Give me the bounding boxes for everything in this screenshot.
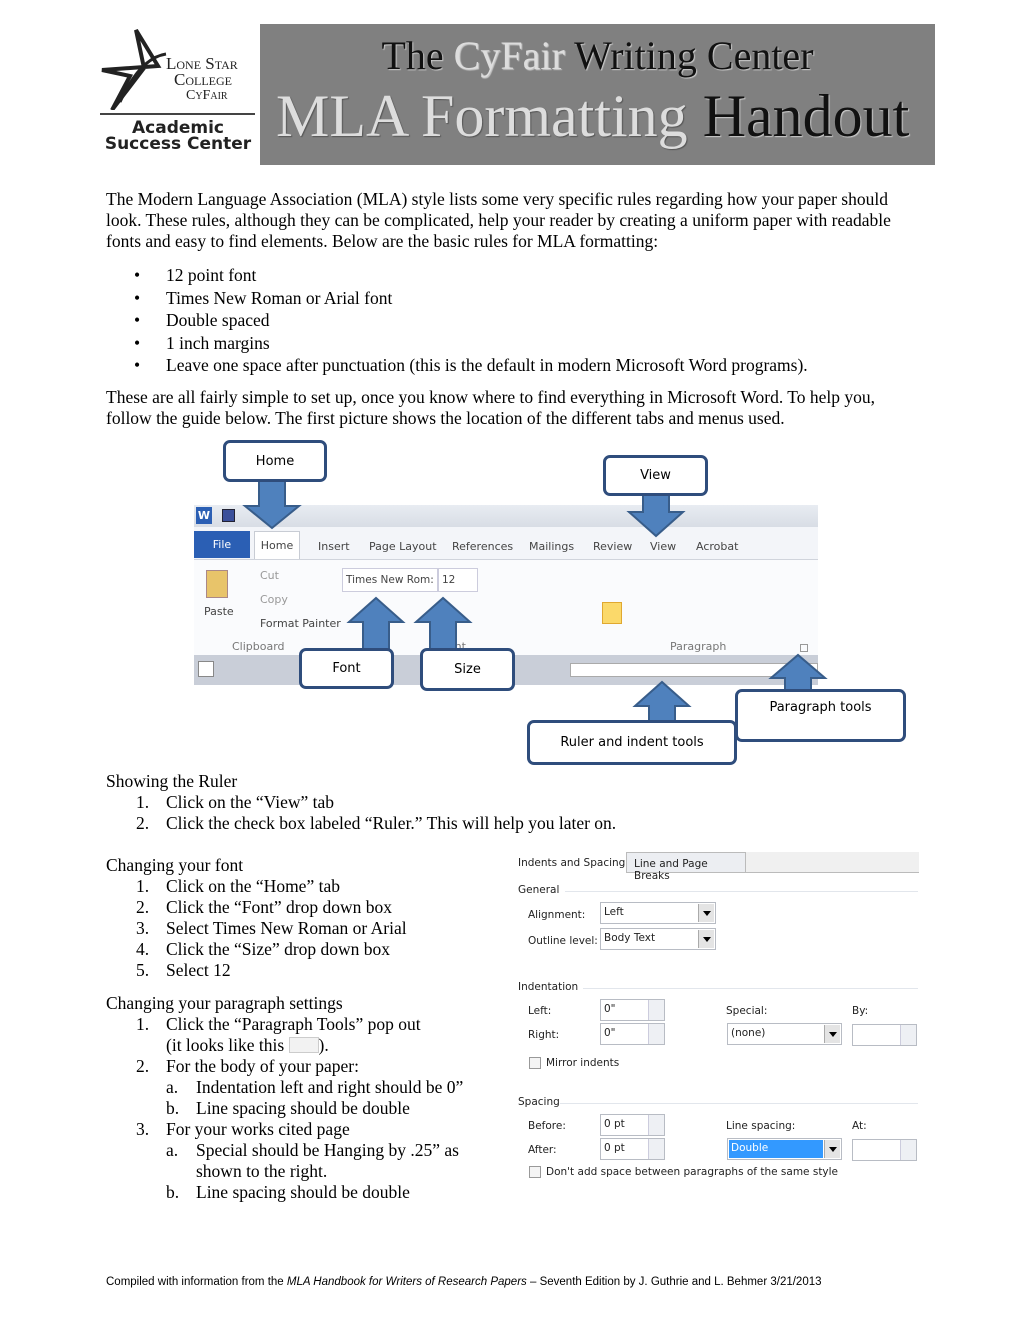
step: 2. For the body of your paper: — [136, 1056, 359, 1076]
general-heading: General — [518, 884, 560, 896]
right-indent-input[interactable]: 0" — [600, 1023, 665, 1045]
line-spacing-select[interactable]: Double — [727, 1138, 842, 1160]
section-title: Showing the Ruler — [106, 771, 238, 791]
outline-level-select[interactable]: Body Text — [600, 928, 716, 950]
at-input[interactable] — [852, 1139, 917, 1161]
chevron-down-icon — [824, 1140, 840, 1158]
callout-paragraph-tools: Paragraph tools — [735, 689, 906, 742]
line-spacing-label: Line spacing: — [726, 1120, 796, 1132]
section-title: Changing your paragraph settings — [106, 993, 343, 1013]
special-label: Special: — [726, 1005, 768, 1017]
paragraph-dialog-screenshot: Indents and Spacing Line and Page Breaks… — [515, 852, 920, 1182]
paragraph-section: Changing your paragraph settings 1. Click… — [106, 993, 506, 1203]
spinner-icon — [900, 1025, 916, 1045]
alignment-select[interactable]: Left — [600, 902, 716, 924]
step: 3. Select Times New Roman or Arial — [136, 918, 407, 938]
step: 3. For your works cited page — [136, 1119, 350, 1139]
callout-font: Font — [299, 648, 394, 689]
dialog-launcher-icon — [288, 1037, 319, 1053]
chevron-down-icon — [698, 930, 714, 948]
special-select[interactable]: (none) — [727, 1023, 842, 1045]
size-arrow — [413, 596, 473, 651]
view-arrow — [626, 494, 686, 538]
step: 2. Click the check box labeled “Ruler.” T… — [136, 813, 617, 833]
by-label: By: — [852, 1005, 869, 1017]
step: 2. Click the “Font” drop down box — [136, 897, 393, 917]
section-title: Changing your font — [106, 855, 244, 875]
spinner-icon — [648, 1115, 664, 1135]
indentation-heading: Indentation — [518, 981, 579, 993]
spinner-icon — [648, 1024, 664, 1044]
ruler-arrow — [632, 680, 692, 723]
callout-view: View — [603, 455, 708, 496]
ruler-section: Showing the Ruler 1. Click on the “View” … — [106, 771, 706, 834]
before-input[interactable]: 0 pt — [600, 1114, 665, 1136]
home-arrow — [242, 479, 302, 530]
right-label: Right: — [528, 1029, 560, 1041]
callout-home: Home — [223, 440, 327, 482]
callout-ruler: Ruler and indent tools — [527, 720, 737, 765]
footer: Compiled with information from the MLA H… — [106, 1276, 822, 1288]
left-label: Left: — [528, 1005, 552, 1017]
step: 1. Click on the “Home” tab — [136, 876, 340, 896]
font-section: Changing your font 1. Click on the “Home”… — [106, 855, 506, 981]
callout-size: Size — [420, 648, 515, 691]
before-label: Before: — [528, 1120, 566, 1132]
chevron-down-icon — [824, 1025, 840, 1043]
alignment-label: Alignment: — [528, 909, 586, 921]
step: (it looks like this ). — [166, 1035, 329, 1055]
left-indent-input[interactable]: 0" — [600, 999, 665, 1021]
spinner-icon — [648, 1000, 664, 1020]
spacing-heading: Spacing — [518, 1096, 560, 1108]
at-label: At: — [852, 1120, 867, 1132]
mirror-indents-checkbox[interactable] — [529, 1057, 541, 1069]
step: 1. Click on the “View” tab — [136, 792, 335, 812]
tab-indents-spacing[interactable]: Indents and Spacing — [518, 857, 625, 869]
font-arrow — [346, 596, 406, 651]
step: 4. Click the “Size” drop down box — [136, 939, 391, 959]
by-input[interactable] — [852, 1024, 917, 1046]
spinner-icon — [900, 1140, 916, 1160]
tab-line-page-breaks[interactable]: Line and Page Breaks — [626, 852, 746, 882]
paragraph-tools-arrow — [768, 653, 828, 693]
after-input[interactable]: 0 pt — [600, 1138, 665, 1160]
step: 5. Select 12 — [136, 960, 231, 980]
after-label: After: — [528, 1144, 557, 1156]
spinner-icon — [648, 1139, 664, 1159]
chevron-down-icon — [698, 904, 714, 922]
step: 1. Click the “Paragraph Tools” pop out — [136, 1014, 421, 1034]
dont-add-space-label: Don't add space between paragraphs of th… — [546, 1166, 839, 1178]
mirror-indents-label: Mirror indents — [546, 1057, 620, 1069]
outline-level-label: Outline level: — [528, 935, 598, 947]
dont-add-space-checkbox[interactable] — [529, 1166, 541, 1178]
